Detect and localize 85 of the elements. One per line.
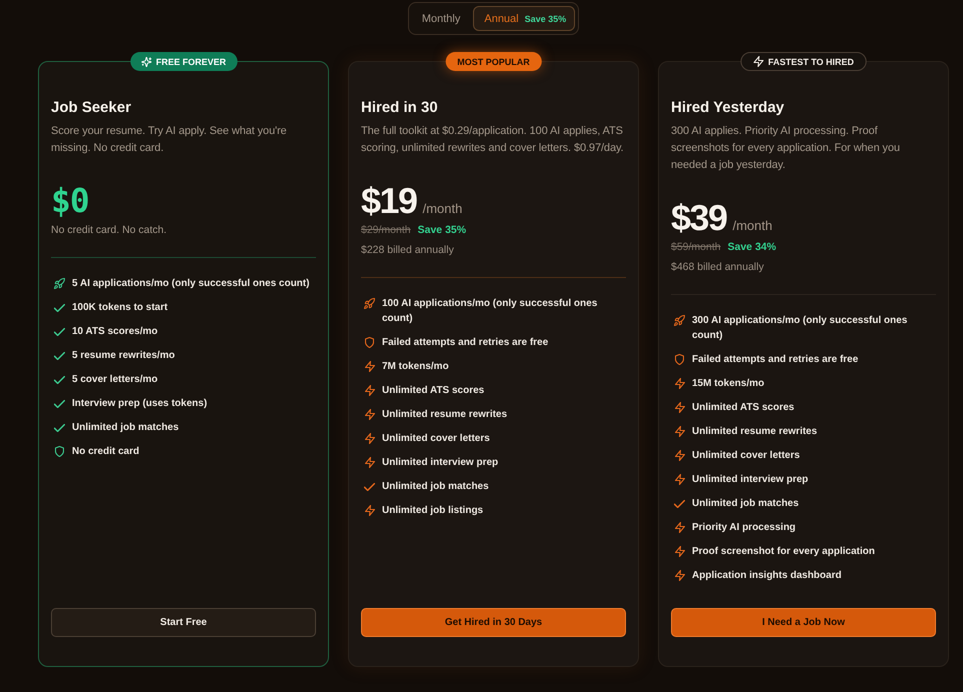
price-period: /month — [422, 201, 462, 216]
plan-button[interactable]: Start Free — [51, 608, 316, 637]
badge-label: FASTEST TO HIRED — [768, 56, 854, 68]
sparkles-icon — [141, 56, 151, 66]
rocket-icon — [674, 315, 685, 326]
feature-text: 10 ATS scores/mo — [72, 325, 158, 339]
feature-text: 5 resume rewrites/mo — [72, 349, 175, 363]
plan-description: Score your resume. Try AI apply. See what you're missing. No credit card. — [51, 124, 288, 156]
lightning-icon — [364, 505, 374, 516]
check-icon — [54, 376, 65, 384]
feature-text: 7M tokens/mo — [382, 360, 449, 374]
plan-price: $0 — [51, 181, 89, 221]
plan-description: 300 AI applies. Priority AI processing. Proof screenshots for every application. For when you needed a job yesterday. — [671, 124, 901, 173]
shield-icon — [55, 446, 64, 457]
check-icon — [674, 500, 685, 508]
feature-text: Proof screenshot for every application — [692, 545, 875, 559]
plan-price: $39 — [671, 198, 727, 238]
feature-text: Unlimited job matches — [692, 497, 799, 511]
lightning-icon — [364, 385, 374, 396]
feature-text: Unlimited job matches — [72, 421, 179, 435]
shield-icon — [365, 337, 374, 348]
feature-text: 100K tokens to start — [72, 301, 168, 315]
lightning-icon — [364, 433, 374, 444]
billing-note: $468 billed annually — [671, 260, 765, 274]
lightning-icon — [364, 409, 374, 420]
feature-text: No credit card — [72, 445, 140, 459]
check-icon — [364, 482, 375, 490]
rocket-icon — [364, 298, 375, 309]
feature-text: Application insights dashboard — [692, 569, 842, 583]
billing-option[interactable]: Monthly — [414, 6, 468, 31]
lightning-icon — [674, 426, 684, 437]
lightning-icon — [674, 450, 684, 461]
billing-option[interactable]: Annual Save 35% — [473, 6, 576, 31]
feature-text: Unlimited interview prep — [382, 456, 498, 470]
check-icon — [54, 352, 65, 360]
check-icon — [54, 304, 65, 312]
badge-label: MOST POPULAR — [457, 56, 530, 68]
feature-text: Unlimited ATS scores — [692, 401, 794, 415]
feature-text: 15M tokens/mo — [692, 377, 764, 391]
price-note: No credit card. No catch. — [51, 223, 168, 237]
lightning-icon — [753, 56, 764, 67]
feature-text: Unlimited job matches — [382, 480, 489, 494]
plan-title: Hired in 30 — [361, 98, 439, 118]
shield-icon — [675, 354, 684, 365]
feature-text: Unlimited cover letters — [692, 449, 800, 463]
badge-label: FREE FOREVER — [156, 56, 226, 68]
original-price: $59/month — [671, 240, 721, 254]
feature-text: 5 AI applications/mo (only successful ones count) — [72, 277, 310, 291]
feature-text: Priority AI processing — [692, 521, 796, 535]
lightning-icon — [674, 570, 684, 581]
lightning-icon — [674, 546, 684, 557]
savings-label: Save 34% — [728, 240, 776, 254]
feature-text: Unlimited interview prep — [692, 473, 808, 487]
lightning-icon — [674, 522, 684, 533]
feature-text: Unlimited job listings — [382, 504, 484, 518]
lightning-icon — [364, 457, 374, 468]
feature-text: 5 cover letters/mo — [72, 373, 158, 387]
plan-title: Job Seeker — [51, 98, 132, 118]
check-icon — [54, 328, 65, 336]
feature-text: 100 AI applications/mo (only successful ones count) — [382, 297, 598, 326]
discount-label: Save 35% — [524, 14, 566, 24]
feature-text: Interview prep (uses tokens) — [72, 397, 208, 411]
feature-text: Unlimited cover letters — [382, 432, 490, 446]
billing-note: $228 billed annually — [361, 243, 455, 257]
savings-label: Save 35% — [418, 223, 466, 237]
feature-text: Unlimited ATS scores — [382, 384, 484, 398]
lightning-icon — [674, 474, 684, 485]
feature-text: Failed attempts and retries are free — [382, 336, 548, 350]
plan-description: The full toolkit at $0.29/application. 100 AI applies, ATS scoring, unlimited rewrites and cover letters. $0.97/day. — [361, 124, 625, 156]
feature-text: 300 AI applications/mo (only successful ones count) — [692, 314, 908, 343]
feature-text: Unlimited resume rewrites — [692, 425, 818, 439]
plan-title: Hired Yesterday — [671, 98, 786, 118]
rocket-icon — [54, 278, 65, 289]
feature-text: Unlimited resume rewrites — [382, 408, 508, 422]
plan-button[interactable]: I Need a Job Now — [671, 608, 936, 637]
lightning-icon — [364, 361, 374, 372]
check-icon — [54, 424, 65, 432]
plan-price: $19 — [361, 181, 417, 221]
lightning-icon — [674, 378, 684, 389]
feature-text: Failed attempts and retries are free — [692, 353, 858, 367]
plan-button[interactable]: Get Hired in 30 Days — [361, 608, 626, 637]
price-period: /month — [732, 218, 772, 233]
check-icon — [54, 400, 65, 408]
lightning-icon — [674, 402, 684, 413]
original-price: $29/month — [361, 223, 411, 237]
